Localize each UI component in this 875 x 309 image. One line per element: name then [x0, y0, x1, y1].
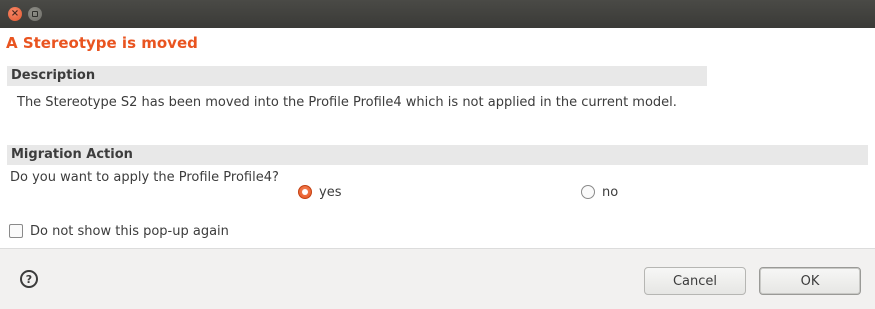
dialog-footer: ? Cancel OK — [0, 248, 875, 309]
dont-show-again-checkbox[interactable]: Do not show this pop-up again — [9, 222, 229, 240]
radio-checked-icon — [298, 185, 312, 199]
radio-yes[interactable]: yes — [298, 183, 341, 201]
description-text: The Stereotype S2 has been moved into th… — [17, 95, 677, 110]
dont-show-again-label: Do not show this pop-up again — [30, 223, 229, 239]
description-header: Description — [7, 66, 707, 86]
minimize-icon[interactable] — [28, 7, 42, 21]
migration-action-header: Migration Action — [7, 145, 868, 165]
radio-yes-label: yes — [319, 184, 342, 200]
close-icon[interactable]: × — [8, 7, 22, 21]
ok-button[interactable]: OK — [759, 267, 861, 295]
dialog-title: A Stereotype is moved — [6, 34, 198, 52]
radio-no-label: no — [602, 184, 619, 200]
migration-question: Do you want to apply the Profile Profile… — [10, 170, 279, 185]
window-titlebar: × — [0, 0, 875, 28]
radio-unchecked-icon — [581, 185, 595, 199]
cancel-button[interactable]: Cancel — [644, 267, 746, 295]
help-icon[interactable]: ? — [20, 270, 38, 288]
radio-no[interactable]: no — [581, 183, 618, 201]
checkbox-icon — [9, 224, 23, 238]
